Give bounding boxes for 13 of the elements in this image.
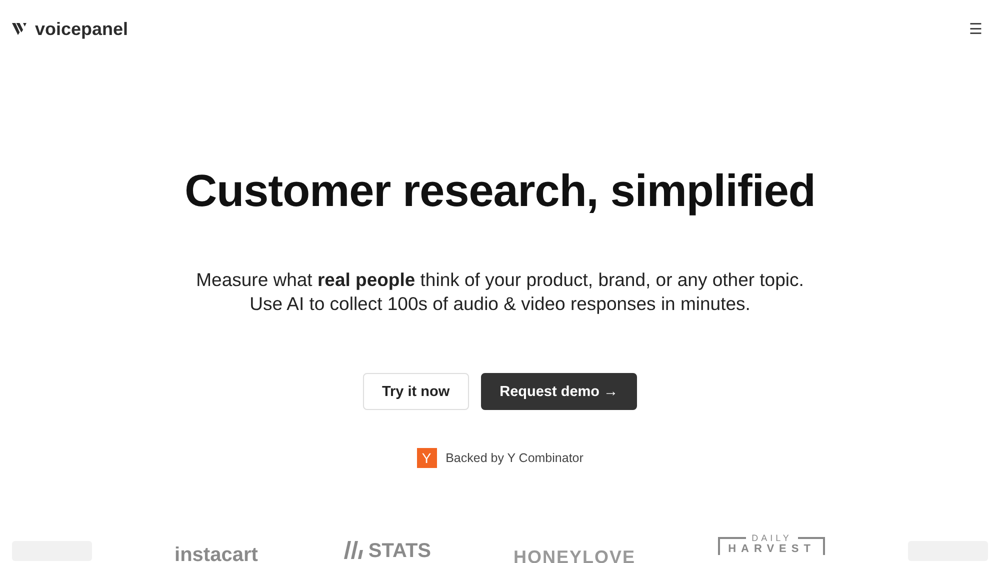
honeylove-logo: HONEYLOVE <box>514 547 636 563</box>
try-button[interactable]: Try it now <box>362 373 469 410</box>
instacart-logo: instacart <box>174 545 258 563</box>
backer-text: Backed by Y Combinator <box>446 451 584 465</box>
request-demo-button[interactable]: Request demo → <box>480 373 638 410</box>
stats-logo: STATS <box>368 541 431 561</box>
brand-logo-icon <box>12 22 29 36</box>
hero-subtitle: Measure what real people think of your product, brand, or any other topic. <box>196 268 804 292</box>
hero-subtitle: Use AI to collect 100s of audio & video responses in minutes. <box>248 292 752 316</box>
hero-title: Customer research, simplified <box>184 164 816 218</box>
menu-button[interactable]: ☰ <box>969 20 982 38</box>
brand-name[interactable]: voicepanel <box>35 18 128 40</box>
yc-badge: Y <box>416 448 437 468</box>
